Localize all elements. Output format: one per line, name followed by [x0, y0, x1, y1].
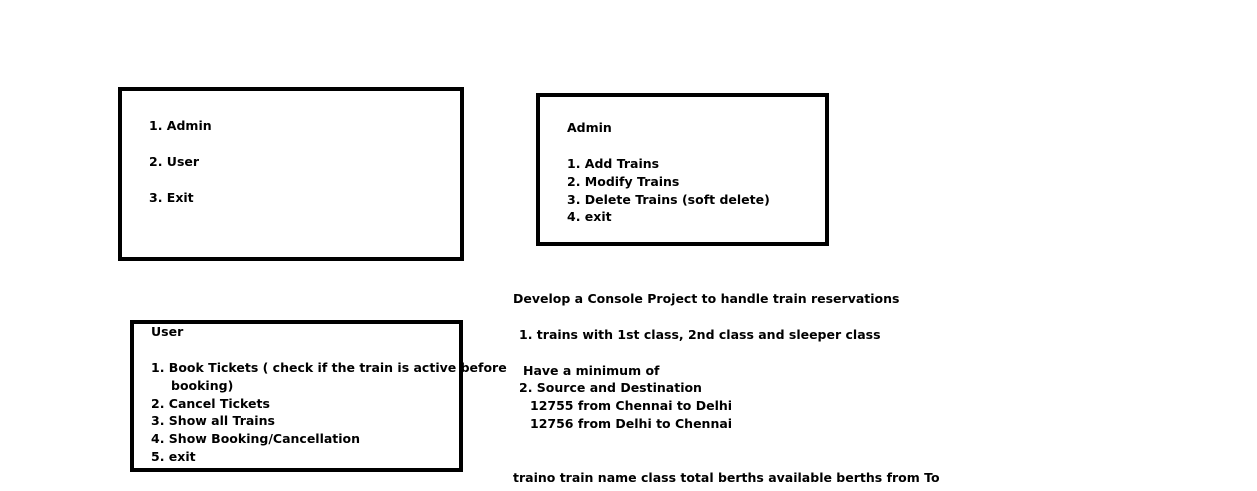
admin-menu-item-delete-trains: 3. Delete Trains (soft delete) — [567, 192, 770, 207]
notes-heading: Develop a Console Project to handle trai… — [513, 291, 900, 306]
notes-point-source-destination: 2. Source and Destination — [519, 380, 702, 395]
admin-menu-title: Admin — [567, 120, 612, 135]
user-menu-item-show-trains: 3. Show all Trains — [151, 413, 275, 428]
notes-route-12756: 12756 from Delhi to Chennai — [530, 416, 733, 431]
notes-table-header: traino train name class total berths ava… — [513, 470, 940, 485]
user-menu-item-book-tickets: 1. Book Tickets ( check if the train is … — [151, 360, 507, 375]
main-menu-item-user: 2. User — [149, 154, 200, 169]
notes-minimum: Have a minimum of — [523, 363, 660, 378]
admin-menu-item-exit: 4. exit — [567, 209, 612, 224]
user-menu-item-exit: 5. exit — [151, 449, 196, 464]
main-menu-item-exit: 3. Exit — [149, 190, 194, 205]
admin-menu-item-add-trains: 1. Add Trains — [567, 156, 660, 171]
user-menu-item-show-booking: 4. Show Booking/Cancellation — [151, 431, 361, 446]
admin-menu-item-modify-trains: 2. Modify Trains — [567, 174, 680, 189]
notes-route-12755: 12755 from Chennai to Delhi — [530, 398, 733, 413]
user-menu-title: User — [151, 324, 184, 339]
user-menu-item-book-tickets-continued: booking) — [171, 378, 234, 393]
notes-point-classes: 1. trains with 1st class, 2nd class and … — [519, 327, 881, 342]
user-menu-item-cancel-tickets: 2. Cancel Tickets — [151, 396, 270, 411]
main-menu-item-admin: 1. Admin — [149, 118, 212, 133]
main-menu-box — [118, 87, 464, 261]
